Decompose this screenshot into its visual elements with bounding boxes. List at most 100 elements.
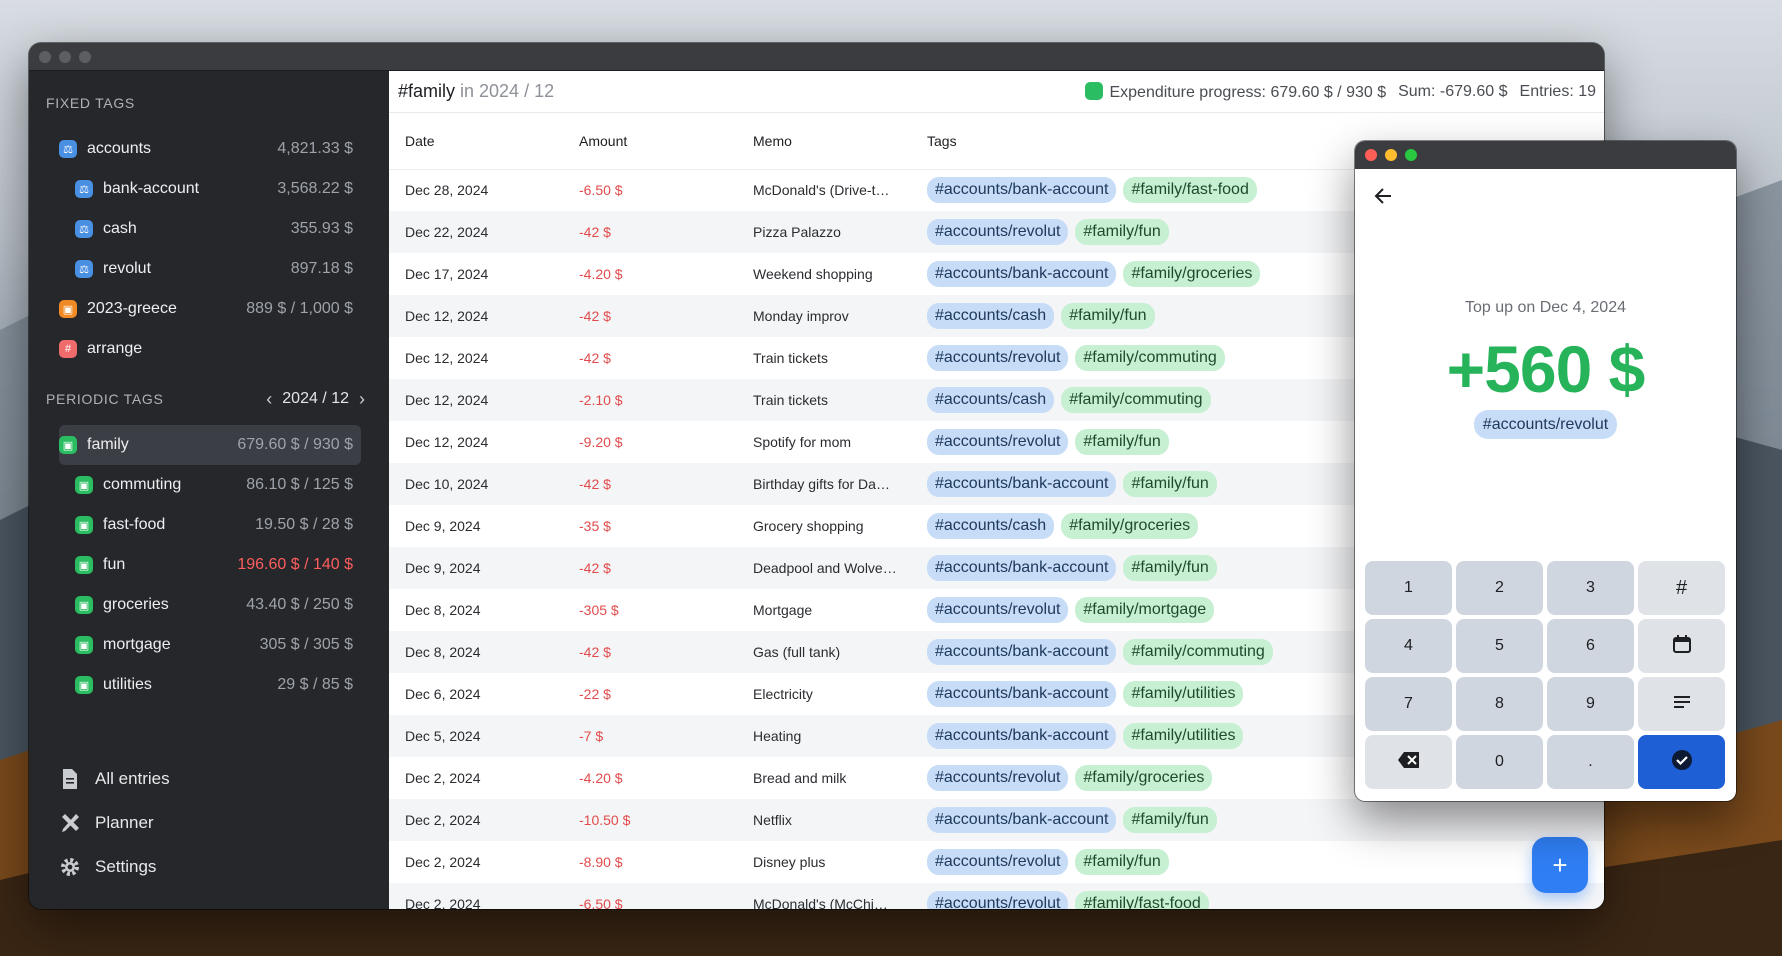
close-window-button[interactable] [39, 50, 51, 63]
tag-chip[interactable]: #accounts/revolut [927, 345, 1069, 371]
tag-chip[interactable]: #accounts/bank-account [927, 807, 1117, 833]
nav-all-entries[interactable]: All entries [59, 757, 170, 801]
tag-chip[interactable]: #family/commuting [1123, 639, 1273, 665]
key-8[interactable]: 8 [1456, 677, 1543, 731]
tag-row-2023-greece[interactable]: ▣ 2023-greece 889 $ / 1,000 $ [59, 289, 361, 329]
tag-chip[interactable]: #family/groceries [1123, 261, 1261, 287]
tag-chip[interactable]: #accounts/revolut [927, 429, 1069, 455]
chevron-right-icon[interactable]: › [359, 389, 365, 410]
tag-chip[interactable]: #family/fun [1123, 555, 1217, 581]
table-row[interactable]: Dec 2, 2024 -10.50 $ Netflix #accounts/bank… [389, 799, 1604, 841]
tag-row-revolut[interactable]: ⚖ revolut 897.18 $ [59, 249, 361, 289]
tag-value: 19.50 $ / 28 $ [255, 516, 353, 533]
tag-row-cash[interactable]: ⚖ cash 355.93 $ [59, 209, 361, 249]
tag-chip[interactable]: #family/fun [1123, 807, 1217, 833]
cell-date: Dec 5, 2024 [389, 715, 563, 757]
key-3[interactable]: 3 [1547, 561, 1634, 615]
tag-chip[interactable]: #family/groceries [1075, 765, 1213, 791]
key-5[interactable]: 5 [1456, 619, 1543, 673]
key-9[interactable]: 9 [1547, 677, 1634, 731]
tag-row-accounts[interactable]: ⚖ accounts 4,821.33 $ [59, 129, 361, 169]
tag-chip[interactable]: #family/fast-food [1123, 177, 1257, 204]
tag-chip[interactable]: #accounts/bank-account [927, 639, 1117, 665]
window-titlebar[interactable] [29, 43, 1604, 71]
tag-chip[interactable]: #accounts/revolut [927, 891, 1069, 909]
tag-row-family[interactable]: ▣ family 679.60 $ / 930 $ [59, 425, 361, 465]
tag-chip[interactable]: #accounts/bank-account [927, 555, 1117, 581]
tag-chip[interactable]: #family/fun [1075, 849, 1169, 875]
cell-date: Dec 10, 2024 [389, 463, 563, 505]
add-entry-button[interactable]: + [1532, 837, 1588, 893]
table-row[interactable]: Dec 2, 2024 -6.50 $ McDonald's (McChi… #acc… [389, 883, 1604, 909]
tag-row-arrange[interactable]: # arrange [59, 329, 361, 369]
tag-chip[interactable]: #accounts/bank-account [927, 723, 1117, 749]
tag-chip[interactable]: #accounts/bank-account [927, 177, 1117, 204]
tag-chip[interactable]: #accounts/cash [927, 303, 1055, 329]
periodic-tags-header: PERIODIC TAGS ‹ 2024 / 12 › [29, 387, 389, 411]
nav-label: Planner [95, 813, 154, 832]
key-calendar[interactable] [1638, 619, 1725, 673]
tag-chip[interactable]: #accounts/revolut [927, 219, 1069, 245]
cell-memo: Pizza Palazzo [737, 211, 911, 253]
dialog-titlebar[interactable] [1355, 141, 1736, 169]
key-label: 1 [1404, 579, 1413, 596]
tag-chip[interactable]: #family/commuting [1061, 387, 1211, 413]
key-backspace[interactable] [1365, 735, 1452, 789]
close-window-button[interactable] [1365, 149, 1377, 161]
bag-icon [1085, 81, 1104, 100]
back-arrow-icon[interactable] [1373, 185, 1393, 213]
tag-chip[interactable]: #accounts/revolut [927, 765, 1069, 791]
tag-row-commuting[interactable]: ▣ commuting 86.10 $ / 125 $ [59, 465, 361, 505]
zoom-window-button[interactable] [1405, 149, 1417, 161]
key-memo[interactable] [1638, 677, 1725, 731]
tag-chip[interactable]: #accounts/revolut [1473, 410, 1618, 439]
tag-chip[interactable]: #family/commuting [1075, 345, 1225, 371]
tag-chip[interactable]: #family/fun [1075, 219, 1169, 245]
key-7[interactable]: 7 [1365, 677, 1452, 731]
tag-row-mortgage[interactable]: ▣ mortgage 305 $ / 305 $ [59, 625, 361, 665]
key-label: 6 [1586, 637, 1595, 654]
tag-chip[interactable]: #accounts/revolut [927, 597, 1069, 623]
chevron-left-icon[interactable]: ‹ [266, 389, 272, 410]
tag-chip[interactable]: #family/groceries [1061, 513, 1199, 539]
nav-planner[interactable]: Planner [59, 801, 170, 845]
zoom-window-button[interactable] [79, 50, 91, 63]
tag-chip[interactable]: #accounts/revolut [927, 849, 1069, 875]
tag-chip[interactable]: #family/fun [1123, 471, 1217, 497]
minimize-window-button[interactable] [59, 50, 71, 63]
tag-chip[interactable]: #family/mortgage [1075, 597, 1215, 623]
tag-chip[interactable]: #accounts/bank-account [927, 261, 1117, 287]
cell-amount: -42 $ [563, 547, 737, 589]
tag-chip[interactable]: #accounts/bank-account [927, 681, 1117, 707]
entries-count: Entries: 19 [1519, 82, 1596, 100]
tag-chip[interactable]: #family/utilities [1123, 681, 1244, 707]
table-row[interactable]: Dec 2, 2024 -8.90 $ Disney plus #accounts/r… [389, 841, 1604, 883]
tag-row-bank-account[interactable]: ⚖ bank-account 3,568.22 $ [59, 169, 361, 209]
cell-date: Dec 2, 2024 [405, 770, 481, 786]
tag-chip[interactable]: #accounts/cash [927, 513, 1055, 539]
column-memo[interactable]: Memo [737, 113, 911, 170]
cell-date: Dec 6, 2024 [405, 686, 481, 702]
tag-chip[interactable]: #family/fun [1075, 429, 1169, 455]
tag-row-utilities[interactable]: ▣ utilities 29 $ / 85 $ [59, 665, 361, 705]
key-decimal[interactable]: . [1547, 735, 1634, 789]
key-0[interactable]: 0 [1456, 735, 1543, 789]
column-date[interactable]: Date [389, 113, 563, 170]
key-1[interactable]: 1 [1365, 561, 1452, 615]
tag-chip[interactable]: #accounts/bank-account [927, 471, 1117, 497]
key-hash[interactable]: # [1638, 561, 1725, 615]
key-2[interactable]: 2 [1456, 561, 1543, 615]
column-amount[interactable]: Amount [563, 113, 737, 170]
tag-row-fun[interactable]: ▣ fun 196.60 $ / 140 $ [59, 545, 361, 585]
minimize-window-button[interactable] [1385, 149, 1397, 161]
key-4[interactable]: 4 [1365, 619, 1452, 673]
tag-row-groceries[interactable]: ▣ groceries 43.40 $ / 250 $ [59, 585, 361, 625]
tag-chip[interactable]: #family/fun [1061, 303, 1155, 329]
key-6[interactable]: 6 [1547, 619, 1634, 673]
tag-chip[interactable]: #family/fast-food [1075, 891, 1209, 909]
tag-chip[interactable]: #family/utilities [1123, 723, 1244, 749]
tag-chip[interactable]: #accounts/cash [927, 387, 1055, 413]
tag-row-fast-food[interactable]: ▣ fast-food 19.50 $ / 28 $ [59, 505, 361, 545]
key-confirm[interactable] [1638, 735, 1725, 789]
nav-settings[interactable]: Settings [59, 845, 170, 889]
